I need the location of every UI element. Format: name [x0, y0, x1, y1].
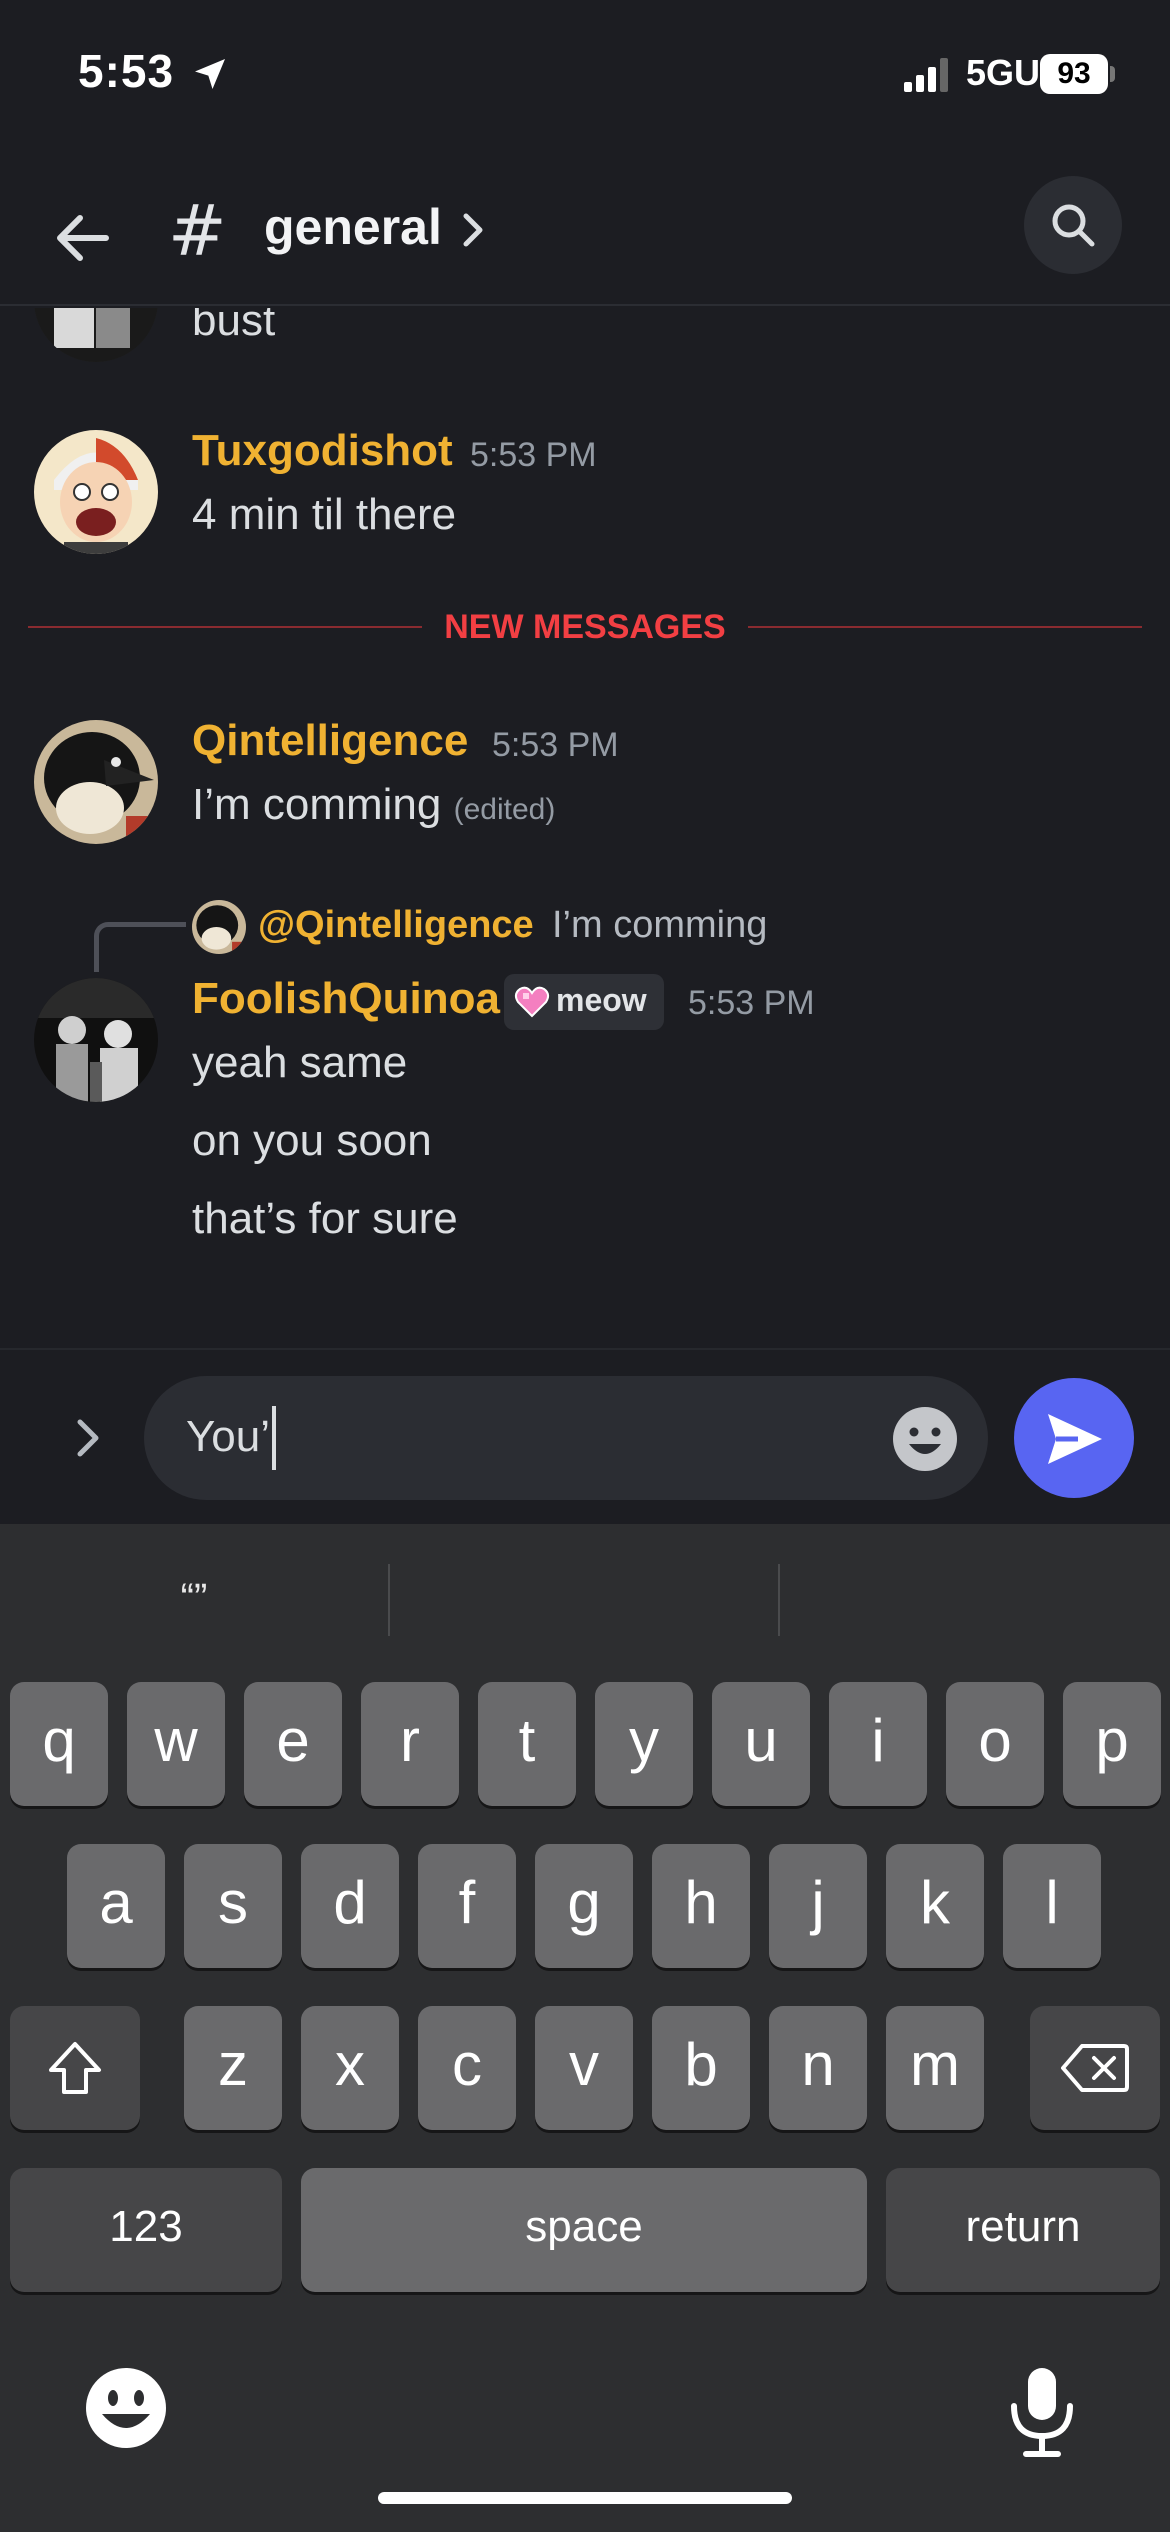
- key-h[interactable]: h: [652, 1844, 750, 1968]
- message-text: yeah same: [192, 1038, 408, 1087]
- key-c[interactable]: c: [418, 2006, 516, 2130]
- user-avatar[interactable]: [34, 308, 158, 362]
- send-arrow-icon: [1048, 1414, 1102, 1464]
- back-arrow-icon[interactable]: [48, 202, 120, 274]
- message-text: I’m comming (edited): [192, 780, 555, 830]
- on-screen-keyboard: “” q w e r t y u i o p a s d f g h j k l…: [0, 1524, 1170, 2532]
- new-messages-divider-line: [748, 626, 1142, 628]
- avatar-image: [34, 978, 158, 1102]
- message-timestamp: 5:53 PM: [492, 726, 619, 764]
- key-y[interactable]: y: [595, 1682, 693, 1806]
- key-b[interactable]: b: [652, 2006, 750, 2130]
- message-text-content: I’m comming: [192, 780, 442, 829]
- message-text: bust: [192, 308, 276, 345]
- avatar-image: [34, 430, 158, 554]
- suggestion-separator: [778, 1564, 780, 1636]
- message-username[interactable]: Qintelligence: [192, 716, 468, 766]
- message-input-value: You’: [186, 1412, 271, 1461]
- search-button[interactable]: [1024, 176, 1122, 274]
- location-arrow-icon: [195, 59, 225, 89]
- key-j[interactable]: j: [769, 1844, 867, 1968]
- new-messages-divider-line: [28, 626, 422, 628]
- key-m[interactable]: m: [886, 2006, 984, 2130]
- message-text: on you soon: [192, 1116, 432, 1165]
- cellular-signal-icon: [904, 58, 948, 92]
- key-t[interactable]: t: [478, 1682, 576, 1806]
- key-g[interactable]: g: [535, 1844, 633, 1968]
- channel-hash-icon: #: [168, 190, 227, 272]
- search-icon: [1052, 204, 1095, 247]
- key-l[interactable]: l: [1003, 1844, 1101, 1968]
- pixel-heart-icon: [514, 986, 550, 1018]
- edited-indicator: (edited): [453, 793, 556, 826]
- key-a[interactable]: a: [67, 1844, 165, 1968]
- user-avatar[interactable]: [34, 430, 158, 554]
- key-u[interactable]: u: [712, 1682, 810, 1806]
- key-w[interactable]: w: [127, 1682, 225, 1806]
- message-composer: You’: [0, 1348, 1170, 1524]
- key-i[interactable]: i: [829, 1682, 927, 1806]
- message-list[interactable]: bust Tuxgodishot 5:53 PM 4 min til there…: [0, 308, 1170, 1348]
- user-avatar[interactable]: [34, 978, 158, 1102]
- chevron-right-icon[interactable]: [458, 208, 488, 252]
- suggestion-separator: [388, 1564, 390, 1636]
- key-z[interactable]: z: [184, 2006, 282, 2130]
- key-x[interactable]: x: [301, 2006, 399, 2130]
- avatar-image: [34, 720, 158, 844]
- key-f[interactable]: f: [418, 1844, 516, 1968]
- numbers-key[interactable]: 123: [10, 2168, 282, 2292]
- shift-arrow-icon: [49, 2042, 101, 2094]
- channel-name[interactable]: general: [264, 198, 442, 256]
- key-r[interactable]: r: [361, 1682, 459, 1806]
- emoji-keyboard-icon[interactable]: [84, 2366, 168, 2450]
- channel-header: # general: [0, 150, 1170, 306]
- role-badge[interactable]: meow: [504, 974, 664, 1030]
- backspace-icon: [1061, 2044, 1129, 2092]
- microphone-icon[interactable]: [1004, 2364, 1080, 2460]
- key-p[interactable]: p: [1063, 1682, 1161, 1806]
- battery-nub: [1110, 66, 1115, 82]
- battery-level: 93: [1040, 54, 1108, 94]
- reply-connector-line: [94, 922, 186, 972]
- home-indicator[interactable]: [378, 2492, 792, 2504]
- reply-preview-text[interactable]: I’m comming: [552, 904, 767, 947]
- backspace-key[interactable]: [1030, 2006, 1160, 2130]
- message-username[interactable]: FoolishQuinoa: [192, 974, 500, 1024]
- key-d[interactable]: d: [301, 1844, 399, 1968]
- status-bar: 5:53 5GUC 93: [0, 0, 1170, 150]
- chevron-right-icon[interactable]: [62, 1412, 114, 1464]
- avatar-image: [192, 900, 246, 954]
- message-text: that’s for sure: [192, 1194, 458, 1243]
- keyboard-suggestion[interactable]: “”: [0, 1576, 388, 1621]
- message-timestamp: 5:53 PM: [470, 436, 597, 474]
- key-v[interactable]: v: [535, 2006, 633, 2130]
- text-caret: [272, 1406, 276, 1470]
- status-time: 5:53: [78, 45, 175, 97]
- return-key[interactable]: return: [886, 2168, 1160, 2292]
- key-e[interactable]: e: [244, 1682, 342, 1806]
- avatar-image: [34, 308, 158, 362]
- message-text: 4 min til there: [192, 490, 457, 539]
- key-o[interactable]: o: [946, 1682, 1044, 1806]
- message-timestamp: 5:53 PM: [688, 984, 815, 1022]
- send-button[interactable]: [1014, 1378, 1134, 1498]
- shift-key[interactable]: [10, 2006, 140, 2130]
- reply-avatar: [192, 900, 246, 954]
- message-input[interactable]: You’: [144, 1376, 988, 1500]
- role-badge-label: meow: [556, 982, 647, 1018]
- emoji-picker-icon[interactable]: [892, 1406, 958, 1472]
- reply-username[interactable]: @Qintelligence: [258, 904, 534, 947]
- new-messages-label: NEW MESSAGES: [444, 608, 726, 646]
- key-k[interactable]: k: [886, 1844, 984, 1968]
- user-avatar[interactable]: [34, 720, 158, 844]
- space-key[interactable]: space: [301, 2168, 867, 2292]
- message-username[interactable]: Tuxgodishot: [192, 426, 453, 476]
- key-n[interactable]: n: [769, 2006, 867, 2130]
- key-q[interactable]: q: [10, 1682, 108, 1806]
- key-s[interactable]: s: [184, 1844, 282, 1968]
